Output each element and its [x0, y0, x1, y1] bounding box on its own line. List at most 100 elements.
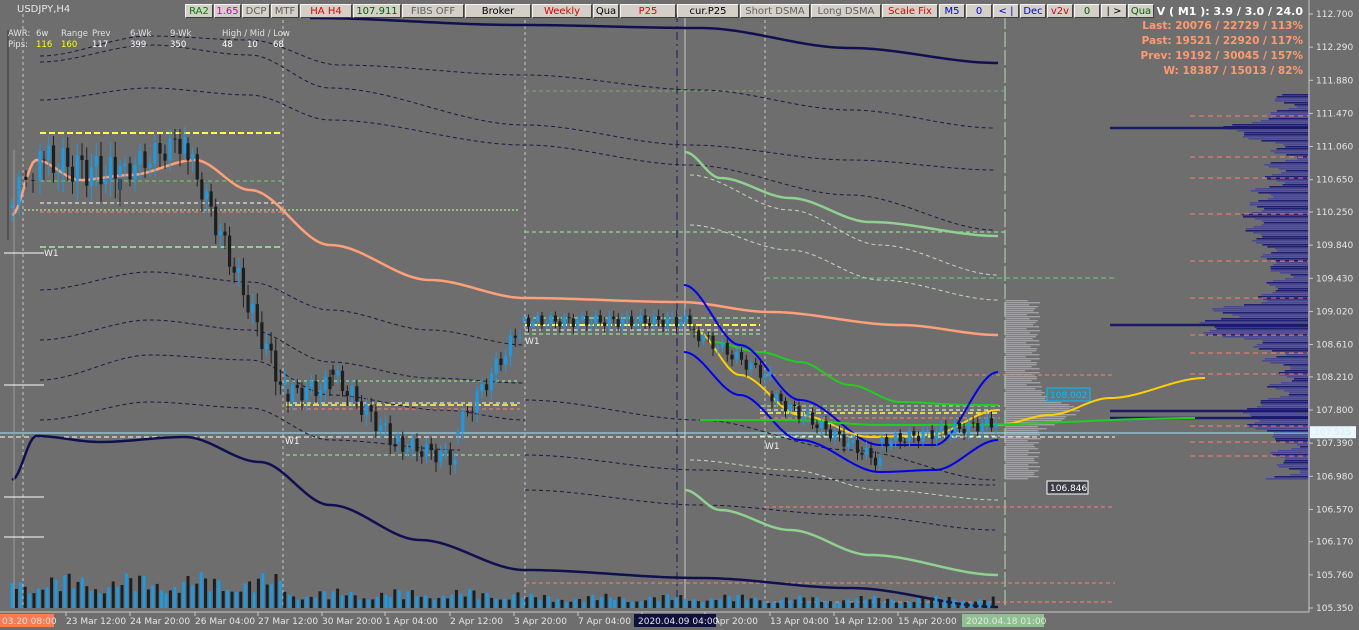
- volume-bar: [151, 585, 155, 608]
- volume-bar: [833, 602, 837, 608]
- toolbar-button-9[interactable]: Qua: [593, 4, 619, 18]
- profile-bar: [1274, 152, 1308, 154]
- toolbar-button-1[interactable]: 1.65: [214, 4, 241, 18]
- toolbar-button-13[interactable]: Long DSMA: [811, 4, 881, 18]
- volume-bar: [740, 594, 744, 608]
- profile-bar: [1297, 444, 1308, 446]
- price-tick-label: 112.700: [1316, 10, 1353, 20]
- profile-bar: [1261, 302, 1308, 304]
- profile-bar: [1277, 250, 1308, 252]
- profile-bar: [1270, 150, 1308, 152]
- candle-body: [701, 335, 706, 342]
- time-tick-label: 2 Apr 12:00: [450, 617, 503, 627]
- candle-body: [246, 295, 250, 313]
- toolbar-button-2[interactable]: DCP: [242, 4, 270, 18]
- toolbar-button-7[interactable]: Broker: [465, 4, 531, 18]
- candle-body: [410, 438, 414, 449]
- candle-body: [833, 431, 837, 439]
- profile-bar-left: [1005, 338, 1033, 340]
- candle-body: [828, 429, 833, 439]
- profile-bar: [1287, 376, 1308, 378]
- toolbar-button-6[interactable]: FIBS OFF: [402, 4, 464, 18]
- volume-bar: [366, 599, 370, 608]
- volume-bar: [802, 597, 806, 608]
- toolbar-button-0[interactable]: RA2: [185, 4, 213, 18]
- profile-bar-left: [1005, 312, 1039, 314]
- profile-bar-left: [1005, 478, 1028, 480]
- volume-bar: [921, 597, 925, 608]
- volume-bar: [890, 599, 894, 608]
- time-tick-label: 27 Mar 12:00: [258, 617, 318, 627]
- profile-bar: [1249, 202, 1308, 204]
- price-tick-label: 111.470: [1316, 109, 1353, 119]
- candle-body: [237, 267, 241, 273]
- volume-bar: [485, 592, 489, 608]
- volume-bar: [54, 579, 58, 608]
- price-chart[interactable]: W1 W1 W1 W1 108.002 106.846 112.700 112.290 111…: [0, 0, 1359, 630]
- profile-bar: [1270, 362, 1308, 364]
- volume-bar: [331, 591, 335, 608]
- candle-body: [648, 323, 652, 326]
- toolbar-button-15[interactable]: M5: [939, 4, 965, 18]
- w1-label: W1: [44, 249, 59, 259]
- candle-body: [884, 437, 889, 447]
- toolbar-button-18[interactable]: Dec: [1020, 4, 1046, 18]
- candle-body: [118, 165, 122, 176]
- toolbar-button-8[interactable]: Weekly: [532, 4, 592, 18]
- profile-bar-left: [1005, 404, 1070, 406]
- candle-body: [461, 411, 465, 433]
- profile-bar: [1271, 174, 1308, 176]
- price-tick-label: 105.760: [1316, 571, 1353, 581]
- candle-body: [291, 384, 295, 402]
- candle-body: [842, 434, 846, 447]
- volume-bar: [89, 590, 93, 608]
- profile-bar: [1262, 340, 1308, 342]
- volume-bar: [410, 590, 414, 608]
- time-tick-label: 30 Mar 20:00: [322, 617, 382, 627]
- volume-bar: [463, 596, 467, 608]
- volume-bar: [199, 572, 203, 608]
- toolbar-button-3[interactable]: MTF: [271, 4, 299, 18]
- toolbar-button-21[interactable]: | >: [1101, 4, 1127, 18]
- profile-bar-left: [1005, 412, 1066, 414]
- toolbar-button-19[interactable]: v2v: [1047, 4, 1073, 18]
- toolbar-button-4[interactable]: HA H4: [300, 4, 352, 18]
- toolbar-button-16[interactable]: 0: [966, 4, 992, 18]
- toolbar-button-10[interactable]: P25: [620, 4, 676, 18]
- volume-bar: [393, 589, 397, 608]
- volume-bar: [872, 595, 876, 608]
- volume-bar: [859, 596, 863, 608]
- volume-bar: [498, 599, 502, 608]
- candle-body: [405, 448, 410, 452]
- toolbar-button-22[interactable]: Qua: [1128, 4, 1154, 18]
- profile-bar: [1268, 166, 1308, 168]
- profile-bar: [1273, 434, 1308, 436]
- candle-body: [744, 359, 748, 370]
- toolbar-button-17[interactable]: < |: [993, 4, 1019, 18]
- toolbar-button-20[interactable]: 0: [1074, 4, 1100, 18]
- profile-bar-left: [1005, 358, 1040, 360]
- volume-bar: [85, 586, 89, 608]
- time-tick-label: 14 Apr 12:00: [834, 617, 893, 627]
- toolbar-button-14[interactable]: Scale Fix: [882, 4, 938, 18]
- candle-body: [576, 320, 580, 327]
- w1-label: W1: [285, 437, 300, 447]
- candle-body: [792, 404, 797, 406]
- volume-bar: [947, 596, 951, 608]
- candle-body: [319, 390, 323, 397]
- profile-bar: [1199, 322, 1308, 324]
- candle-body: [369, 404, 373, 412]
- volume-bar: [644, 600, 648, 608]
- volume-bar: [723, 594, 727, 608]
- volume-bar: [727, 596, 731, 608]
- toolbar-button-5[interactable]: 107.911: [353, 4, 401, 18]
- candle-body: [944, 425, 948, 435]
- toolbar-button-11[interactable]: cur.P25: [677, 4, 739, 18]
- volume-bar: [582, 601, 586, 608]
- toolbar-button-12[interactable]: Short DSMA: [740, 4, 810, 18]
- profile-bar: [1275, 388, 1308, 390]
- profile-bar-left: [1005, 398, 1046, 400]
- price-tick-label: 109.020: [1316, 307, 1353, 317]
- candle-body: [953, 422, 957, 434]
- candle-body: [66, 147, 70, 167]
